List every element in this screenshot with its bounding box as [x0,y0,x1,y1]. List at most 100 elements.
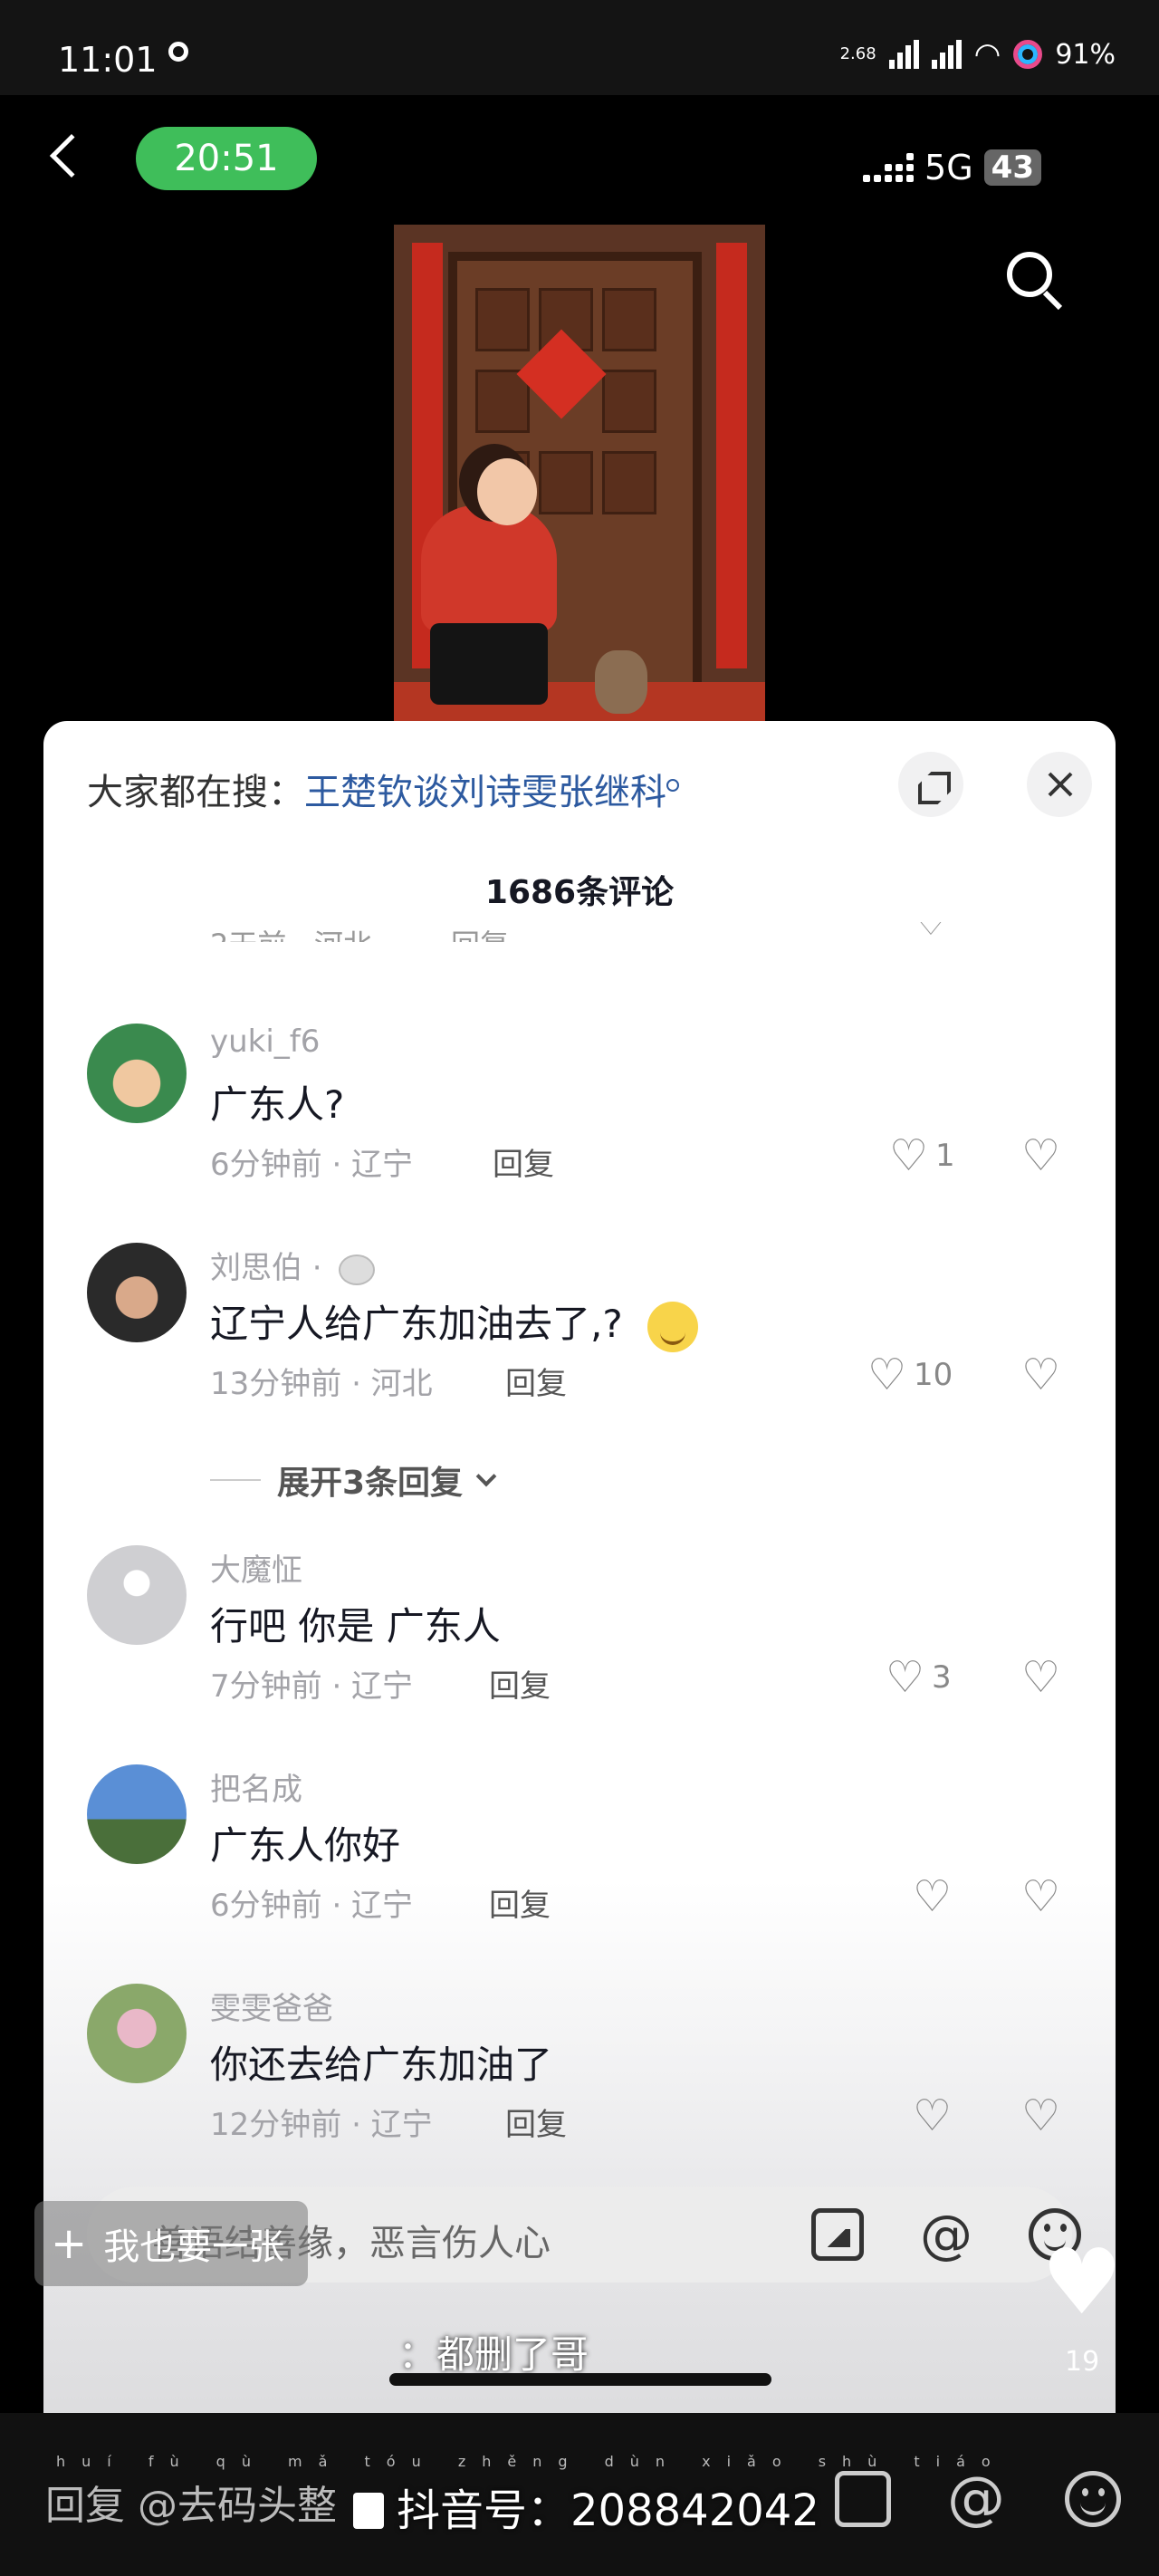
signal-dots-icon [863,153,915,182]
like-count: 10 [914,1357,953,1393]
plus-icon: + [51,2218,88,2269]
comment-count: 1686条评论 [484,874,675,911]
reply-button[interactable]: 回复 [505,1359,567,1403]
avatar[interactable] [87,1243,187,1342]
dog-figure [595,650,647,714]
trending-search[interactable]: 大家都在搜：王楚钦谈刘诗雯张继科 [87,763,679,815]
reply-button[interactable]: 回复 [489,1661,551,1706]
net-speed: 2.68 [839,44,876,63]
comment-item: 把名成 广东人你好 6分钟前 · 辽宁 回复 ♡ ♡ [43,1764,1116,1955]
battery-icon [1013,40,1043,69]
video-frame[interactable] [394,225,765,723]
comment-text: 辽宁人给广东加油去了,? [210,1293,698,1352]
comment-item: 刘思伯 · 辽宁人给广东加油去了,? 13分钟前 · 河北 回复 ♡ 10 ♡ [43,1243,1116,1433]
dislike-icon[interactable]: ♡ [1021,2094,1060,2138]
comment-username[interactable]: 大魔怔 [210,1545,302,1590]
like-button[interactable]: ♡ 1 [889,1134,955,1177]
heart-icon: ♡ [886,1652,925,1703]
status-bar: 11:01 2.68 ◠ 91% [0,0,1159,95]
clipped-heart-icon [915,922,951,942]
dislike-icon[interactable]: ♡ [1021,1134,1060,1177]
comment-panel: 大家都在搜：王楚钦谈刘诗雯张继科 1686条评论 2天前 · 河北 回复 yuk… [43,721,1116,2413]
heart-icon: ♡ [889,1130,929,1181]
divider [210,1479,261,1481]
reply-button[interactable]: 回复 [493,1139,554,1184]
comment-meta: 7分钟前 · 辽宁 [210,1668,414,1705]
signal-icon-2 [931,40,962,69]
emoji-icon[interactable] [1065,2471,1121,2527]
comment-meta: 12分钟前 · 辽宁 [210,2107,433,2143]
add-overlay-label: 我也要一张 [103,2226,285,2268]
wifi-icon: ◠ [973,36,1001,72]
image-icon[interactable] [811,2208,864,2261]
like-overlay-count: 19 [1065,2346,1100,2378]
comment-meta: 13分钟前 · 河北 [210,1366,433,1402]
comment-text: 你还去给广东加油了 [210,2043,553,2087]
chevron-down-icon [475,1466,497,1487]
dislike-icon[interactable]: ♡ [1021,1875,1060,1918]
reply-button[interactable]: 回复 [489,1880,551,1925]
clock: 11:01 [58,40,158,80]
status-icons: 2.68 ◠ 91% [840,36,1116,72]
video-caption: ：都删了哥 [398,2332,589,2377]
bottom-reply-bar: huí fù qù mǎ tóu zhěng dùn xiǎo shù tiáo… [0,2413,1159,2576]
like-overlay-icon[interactable]: ♥ [1041,2237,1123,2328]
reply-button[interactable]: 回复 [505,2100,567,2144]
comment-meta: 6分钟前 · 辽宁 [210,1147,414,1183]
call-header: 20:51 5G 43 [0,95,1159,231]
trending-prefix: 大家都在搜： [87,772,304,813]
network-status: 5G 43 [863,148,1041,187]
expand-icon[interactable] [898,752,963,817]
heart-icon: ♡ [867,1350,907,1400]
like-count: 3 [932,1659,952,1696]
comment-username[interactable]: 刘思伯 · [210,1243,376,1287]
like-button[interactable]: ♡ [913,1875,959,1918]
network-type: 5G [924,148,973,187]
mention-icon[interactable]: @ [947,2470,1005,2528]
smirk-emoji-icon [647,1301,698,1352]
mention-icon[interactable]: @ [920,2208,972,2261]
heart-icon: ♡ [913,2091,953,2141]
signal-icon [888,40,919,69]
battery-badge: 43 [983,149,1041,186]
douyin-id: 抖音号：208842042 [353,2475,819,2538]
call-timer[interactable]: 20:51 [136,127,317,190]
comment-username[interactable]: 把名成 [210,1764,302,1809]
person-head [477,458,537,525]
comment-item: 大魔怔 行吧 你是 广东人 7分钟前 · 辽宁 回复 ♡ 3 ♡ [43,1545,1116,1735]
comment-meta: 6分钟前 · 辽宁 [210,1888,414,1924]
home-indicator [389,2373,771,2386]
person-legs [430,623,548,705]
comment-text: 广东人你好 [210,1823,401,1868]
like-button[interactable]: ♡ [913,2094,959,2138]
add-overlay-button[interactable]: + 我也要一张 [34,2201,309,2286]
reply-target[interactable]: 回复 @去码头整 [45,2473,337,2531]
like-button[interactable]: ♡ 10 [867,1353,953,1397]
image-icon[interactable] [835,2471,891,2527]
clipped-reply: 回复 [451,922,509,942]
dislike-icon[interactable]: ♡ [1021,1353,1060,1397]
dislike-icon[interactable]: ♡ [1021,1656,1060,1699]
heart-icon: ♡ [913,1871,953,1922]
like-button[interactable]: ♡ 3 [886,1656,952,1699]
person-figure [421,505,557,632]
record-icon [168,42,188,62]
trending-keyword[interactable]: 王楚钦谈刘诗雯张继科 [304,772,666,813]
avatar[interactable] [87,1764,187,1864]
search-icon[interactable] [1007,252,1052,297]
avatar[interactable] [87,1984,187,2083]
battery-level: 91% [1055,38,1116,71]
back-icon[interactable] [49,133,94,178]
like-count: 1 [935,1138,955,1174]
comment-username[interactable]: yuki_f6 [210,1024,320,1060]
expand-replies-label: 展开3条回复 [277,1465,464,1502]
avatar[interactable] [87,1024,187,1123]
avatar-default[interactable] [87,1545,187,1645]
comment-text: 广东人? [210,1082,345,1127]
comment-username[interactable]: 雯雯爸爸 [210,1984,333,2028]
search-small-icon [666,778,679,792]
mouse-emoji-icon [339,1254,376,1285]
expand-replies-button[interactable]: 展开3条回复 [210,1456,497,1504]
close-icon[interactable] [1027,752,1092,817]
pinyin-annotation: huí fù qù mǎ tóu zhěng dùn xiǎo shù tiáo [56,2453,1007,2470]
